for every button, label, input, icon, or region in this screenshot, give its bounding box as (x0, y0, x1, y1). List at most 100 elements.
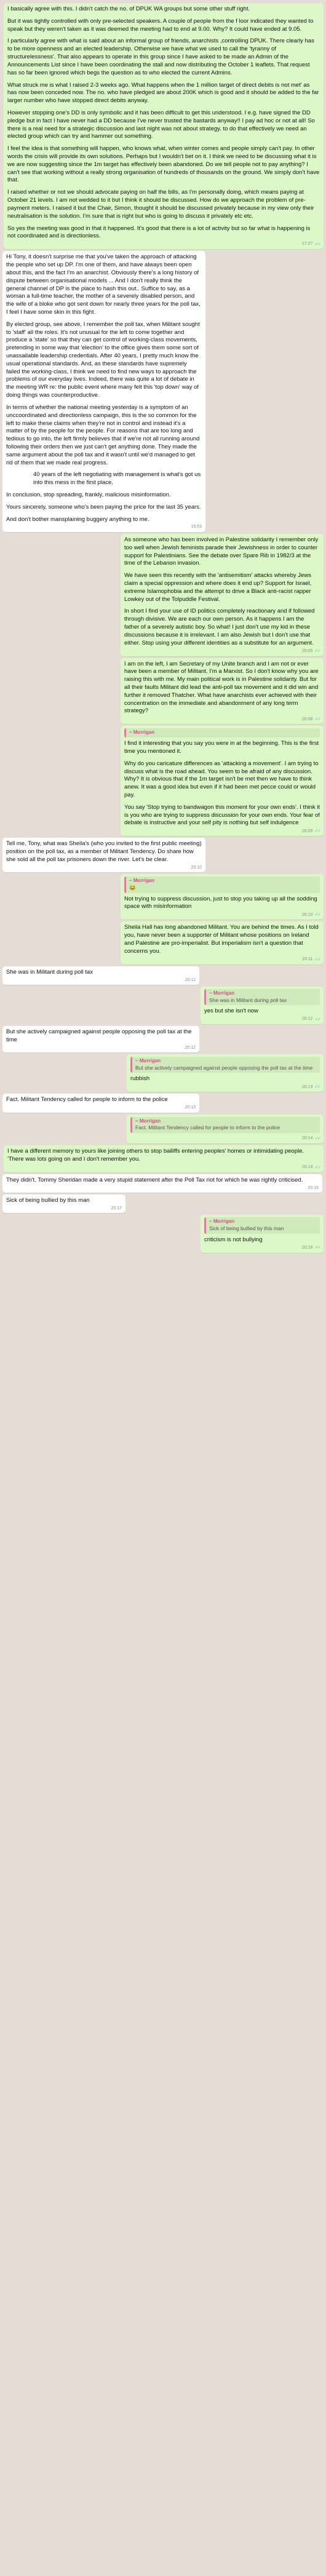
outgoing-message-row: ~ Morrigan She was in Militant during pol… (2, 986, 324, 1025)
message-text: In terms of whether the national meeting… (6, 403, 202, 466)
quoted-reply[interactable]: ~ Morrigan (124, 728, 320, 738)
message-text: I am on the left, I am Secretary of my U… (124, 660, 320, 715)
message-text: But she actively campaigned against peop… (6, 1028, 194, 1043)
message-text: She was in Militant during poll tax (6, 968, 93, 976)
message-text: However stopping one's DD is only symbol… (7, 109, 317, 140)
message-meta: 17:27 ✓✓ (7, 241, 321, 247)
quoted-text: She was in Militant during poll tax (209, 996, 287, 1003)
message-meta: 19:53 (6, 524, 202, 530)
outgoing-message-bubble[interactable]: ~ Morrigan 😂 Not trying to suppress discus… (121, 874, 324, 920)
message-timestamp: 20:05 (301, 648, 313, 653)
incoming-message-bubble[interactable]: She was in Militant during poll tax 20:11 (2, 966, 199, 985)
outgoing-message-bubble[interactable]: ~ Morrigan But she actively campaigned ag… (127, 1054, 324, 1092)
message-meta: 20:11 ✓✓ (124, 956, 320, 963)
incoming-message-row: Hi Tony, it doesn't surprise me that you… (2, 251, 324, 532)
quoted-author: ~ Morrigan (129, 878, 155, 884)
incoming-message-bubble[interactable]: Hi Tony, it doesn't surprise me that you… (2, 251, 205, 532)
outgoing-message-bubble[interactable]: I have a different memory to yours like … (4, 1145, 324, 1172)
outgoing-message-row: ~ Morrigan Sick of being bullied by this … (2, 1215, 324, 1253)
message-text: I have a different memory to yours like … (7, 1148, 306, 1163)
outgoing-message-bubble[interactable]: As someone who has been involved in Pale… (121, 533, 324, 656)
message-timestamp: 20:17 (111, 1206, 122, 1210)
quoted-reply[interactable]: ~ Morrigan She was in Militant during pol… (204, 988, 320, 1006)
double-check-icon: ✓✓ (314, 1016, 320, 1022)
quoted-text: 😂 (129, 885, 136, 891)
incoming-message-row: Tell me, Tony, what was Sheila's (who yo… (2, 838, 324, 873)
message-text: We have seen this recently with the 'ant… (124, 572, 313, 603)
message-timestamp: 20:08 (301, 717, 313, 722)
message-timestamp: 20:12 (185, 1045, 196, 1050)
incoming-message-row: Sick of being bullied by this man 20:17 (2, 1195, 324, 1214)
outgoing-message-row: As someone who has been involved in Pale… (2, 533, 324, 656)
quoted-reply[interactable]: ~ Morrigan 😂 (124, 877, 320, 893)
chat-scroll-area[interactable]: I basically agree with this. I didn't ca… (0, 0, 326, 2576)
quoted-reply[interactable]: ~ Morrigan But she actively campaigned ag… (130, 1057, 320, 1073)
message-meta: 20:12 ✓✓ (204, 1016, 321, 1022)
quoted-author: ~ Morrigan (209, 990, 235, 996)
incoming-message-row: They didn't. Tommy Sheridan made a very … (2, 1174, 324, 1193)
message-text: I raised whether or not we should advoca… (7, 189, 316, 220)
double-check-icon: ✓✓ (314, 1244, 320, 1250)
quoted-text: But she actively campaigned against peop… (135, 1065, 313, 1071)
message-timestamp: 20:18 (301, 1245, 313, 1250)
message-meta: 20:05 ✓✓ (124, 648, 321, 654)
message-timestamp: 20:10 (191, 865, 202, 870)
outgoing-message-row: I basically agree with this. I didn't ca… (2, 3, 324, 250)
outgoing-message-bubble[interactable]: I am on the left, I am Secretary of my U… (121, 658, 324, 725)
double-check-icon: ✓✓ (314, 1135, 320, 1141)
double-check-icon: ✓✓ (314, 648, 320, 654)
double-check-icon: ✓✓ (314, 1164, 320, 1170)
message-timestamp: 20:14 (301, 1136, 313, 1141)
message-timestamp: 20:12 (301, 1017, 313, 1022)
message-timestamp: 20:13 (185, 1105, 196, 1110)
outgoing-message-row: ~ Morrigan But she actively campaigned ag… (2, 1054, 324, 1092)
message-text: But it was tightly controlled with only … (7, 17, 316, 33)
quoted-author: ~ Morrigan (209, 1218, 235, 1225)
message-text: rubbish (130, 1075, 150, 1083)
message-text: And don't bother mansplaining buggery an… (6, 515, 149, 523)
quoted-reply[interactable]: ~ Morrigan Fact. Militant Tendency called… (130, 1116, 320, 1133)
double-check-icon: ✓✓ (314, 241, 320, 247)
message-text: Sheila Hall has long abandoned Militant.… (124, 924, 320, 955)
incoming-message-row: She was in Militant during poll tax 20:11 (2, 966, 324, 985)
message-text: Tell me, Tony, what was Sheila's (who yo… (6, 840, 204, 864)
message-text: I feel the idea is that something will h… (7, 145, 321, 184)
message-text: What struck me is what I raised 2-3 week… (7, 81, 320, 105)
outgoing-message-bubble[interactable]: ~ Morrigan Fact. Militant Tendency called… (127, 1114, 324, 1144)
outgoing-message-bubble[interactable]: ~ Morrigan She was in Militant during pol… (201, 986, 324, 1025)
message-text: Sick of being bullied by this man (6, 1197, 90, 1204)
quoted-reply[interactable]: ~ Morrigan Sick of being bullied by this … (204, 1217, 320, 1234)
message-meta: 20:14 ✓✓ (7, 1164, 321, 1171)
outgoing-message-bubble[interactable]: ~ Morrigan I find it interesting that you… (121, 726, 324, 837)
message-meta: 20:18 ✓✓ (204, 1244, 321, 1250)
incoming-message-bubble[interactable]: Tell me, Tony, what was Sheila's (who yo… (2, 838, 205, 873)
message-meta: 20:14 ✓✓ (130, 1135, 321, 1142)
message-text: By elected group, see above, I remember … (6, 320, 202, 399)
outgoing-message-row: ~ Morrigan I find it interesting that you… (2, 726, 324, 837)
incoming-message-bubble[interactable]: Sick of being bullied by this man 20:17 (2, 1195, 125, 1214)
outgoing-message-bubble[interactable]: Sheila Hall has long abandoned Militant.… (121, 921, 324, 964)
outgoing-message-row: Sheila Hall has long abandoned Militant.… (2, 921, 324, 964)
incoming-message-bubble[interactable]: They didn't. Tommy Sheridan made a very … (2, 1174, 322, 1193)
message-text: So yes the meeting was good in that it h… (7, 225, 312, 240)
message-meta: 20:08 ✓✓ (124, 716, 321, 722)
outgoing-message-bubble[interactable]: I basically agree with this. I didn't ca… (4, 3, 324, 250)
incoming-message-row: Fact. Militant Tendency called for peopl… (2, 1094, 324, 1113)
message-text: Why do you caricature differences as 'at… (124, 760, 320, 799)
message-meta: 20:13 (6, 1105, 196, 1110)
outgoing-message-row: ~ Morrigan 😂 Not trying to suppress discus… (2, 874, 324, 920)
message-text: criticism is not bullying (204, 1236, 263, 1243)
message-meta: 20:12 (6, 1045, 196, 1051)
quoted-text: Sick of being bullied by this man (209, 1225, 284, 1232)
outgoing-message-bubble[interactable]: ~ Morrigan Sick of being bullied by this … (201, 1215, 324, 1253)
incoming-message-row: But she actively campaigned against peop… (2, 1026, 324, 1053)
message-text: Fact. Militant Tendency called for peopl… (6, 1096, 168, 1103)
incoming-message-bubble[interactable]: But she actively campaigned against peop… (2, 1026, 199, 1053)
outgoing-message-row: I have a different memory to yours like … (2, 1145, 324, 1172)
incoming-message-bubble[interactable]: Fact. Militant Tendency called for peopl… (2, 1094, 199, 1113)
message-timestamp: 20:10 (301, 912, 313, 917)
message-text: Not trying to suppress discussion, just … (124, 895, 319, 910)
quoted-author: ~ Morrigan (135, 1118, 161, 1124)
message-timestamp: 17:27 (301, 242, 313, 247)
message-text: You say 'Stop trying to bandwagon this m… (124, 803, 322, 827)
